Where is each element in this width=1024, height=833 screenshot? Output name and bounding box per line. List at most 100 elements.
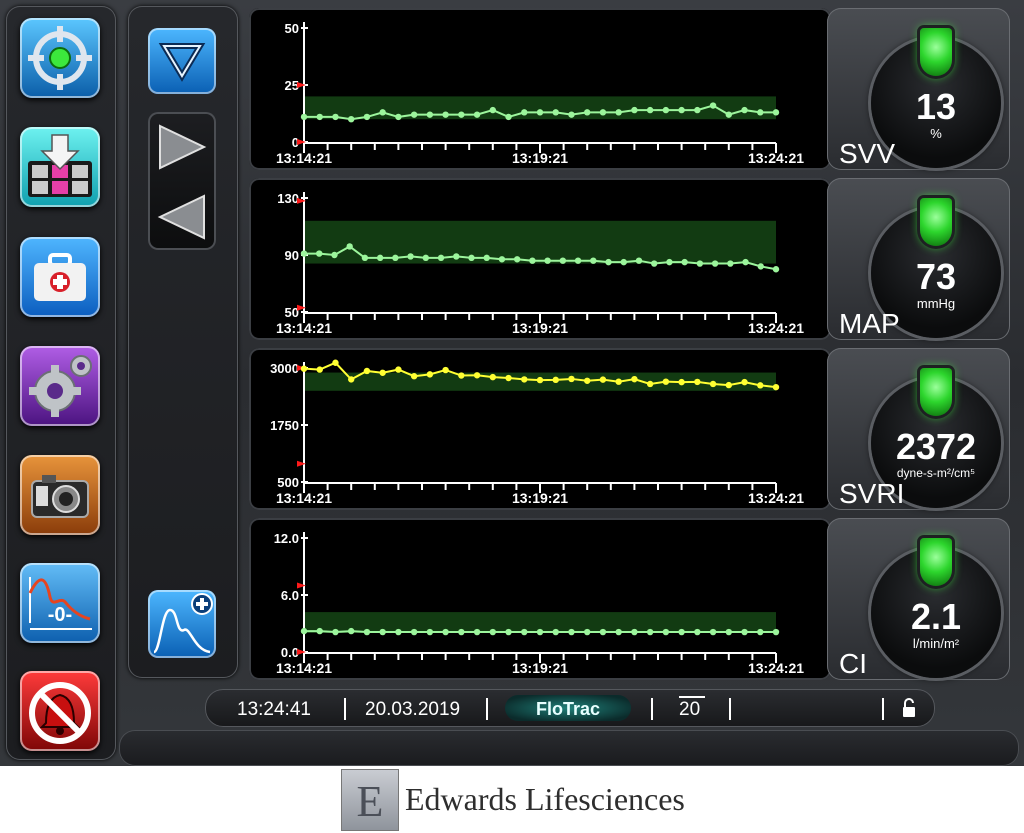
parameter-name: SVV [839, 138, 896, 169]
data-point [725, 111, 732, 118]
data-point [711, 260, 719, 267]
data-point [442, 111, 449, 118]
time-label: 13:14:21 [276, 660, 332, 676]
data-point [678, 628, 685, 636]
parameter-value: 73 [915, 256, 957, 297]
data-point [772, 266, 780, 273]
time-label: 13:24:21 [748, 660, 804, 676]
data-point [395, 366, 402, 373]
target-icon[interactable] [20, 18, 100, 98]
data-point [348, 116, 355, 123]
y-tick-label: 1750 [270, 418, 299, 433]
brand-emblem-icon: E [341, 769, 399, 831]
data-point [505, 113, 512, 121]
data-point [489, 106, 496, 114]
trend-chart-svri: 3000 1750 50013:14:21 13:19:21 13:24:21 [270, 359, 804, 506]
status-divider [486, 698, 488, 720]
emblem-letter: E [356, 777, 384, 826]
data-point [599, 628, 607, 636]
data-point [300, 250, 308, 257]
data-point [458, 372, 465, 379]
data-point [483, 254, 490, 262]
data-point [521, 109, 528, 116]
trend-chart-ci: 12.0 6.0 0.013:14:21 13:19:21 13:24:21 [274, 531, 805, 676]
trend-panel-map[interactable]: 130 90 50 13:14:21 13:19:21 13:24:21 [249, 178, 831, 340]
status-divider [882, 698, 884, 720]
data-point [568, 111, 575, 118]
trend-panel-ci[interactable]: 12.0 6.0 0.0 13:14:21 13:19:21 13:24:21 [249, 518, 831, 680]
data-point [757, 382, 764, 389]
status-indicator-icon [920, 198, 952, 246]
bottom-bar [119, 730, 1019, 766]
data-point [631, 628, 638, 636]
data-point [590, 257, 597, 264]
data-point [584, 109, 591, 116]
monitor-screen: -0- 50 25 0 13:14:21 13:19:21 13:24:21 1… [0, 0, 1024, 766]
data-point [346, 243, 353, 250]
data-point [584, 377, 591, 384]
data-point [468, 254, 475, 262]
time-label: 13:19:21 [512, 660, 568, 676]
data-point [662, 628, 670, 636]
data-point [395, 628, 402, 636]
data-point [536, 109, 544, 116]
add-waveform-icon[interactable] [148, 590, 216, 658]
status-divider [729, 698, 731, 720]
data-point [727, 260, 734, 267]
data-point [332, 359, 339, 366]
status-divider [651, 698, 653, 720]
data-point [599, 109, 607, 116]
y-tick-label: 3000 [270, 361, 299, 376]
data-point [650, 260, 658, 267]
data-point [513, 256, 521, 263]
data-point [757, 109, 764, 116]
lock-icon[interactable] [900, 697, 918, 719]
data-point [599, 376, 607, 383]
parameter-value: 2.1 [910, 596, 962, 637]
trend-panel-svv[interactable]: 50 25 0 13:14:21 13:19:21 13:24:21 [249, 8, 831, 170]
trend-chart-svv: 5025013:14:21 13:19:21 13:24:21 [276, 21, 804, 166]
data-point [316, 113, 323, 121]
data-point [300, 627, 308, 635]
parameter-tile-svri[interactable]: 2372 dyne-s-m²/cm⁵ SVRI [827, 348, 1010, 510]
data-point [458, 111, 465, 118]
data-point [678, 378, 685, 386]
data-point [505, 628, 512, 636]
data-point [316, 366, 323, 373]
status-date[interactable]: 20.03.2019 [365, 699, 460, 721]
scroll-down-icon[interactable] [148, 28, 216, 94]
clinical-actions-icon[interactable] [20, 237, 100, 317]
parameter-tile-svv[interactable]: 13 % SVV [827, 8, 1010, 170]
data-point [473, 111, 481, 118]
data-point [300, 113, 308, 121]
data-point [300, 365, 308, 372]
time-label: 13:24:21 [748, 320, 804, 336]
snapshot-camera-icon[interactable] [20, 455, 100, 535]
data-point [529, 257, 536, 264]
data-point [348, 627, 355, 635]
data-point [453, 253, 460, 260]
data-point [379, 628, 386, 636]
parameter-tile-map[interactable]: 73 mmHg MAP [827, 178, 1010, 340]
data-point [332, 628, 339, 636]
settings-gear-icon[interactable] [20, 346, 100, 426]
data-point [410, 628, 418, 636]
time-label: 13:19:21 [512, 490, 568, 506]
parameter-unit: l/min/m² [912, 636, 960, 651]
data-point [646, 380, 654, 388]
data-point [426, 371, 434, 378]
data-point [489, 373, 496, 381]
time-label: 13:19:21 [512, 150, 568, 166]
parameter-name: CI [839, 648, 867, 679]
play-back-icon[interactable] [156, 192, 208, 242]
monitoring-screen-icon[interactable] [20, 127, 100, 207]
data-point [662, 106, 670, 114]
parameter-tile-ci[interactable]: 2.1 l/min/m² CI [827, 518, 1010, 680]
play-forward-icon[interactable] [156, 122, 208, 172]
averaging-interval[interactable]: 20 [679, 696, 705, 721]
zero-waveform-icon[interactable]: -0- [20, 563, 100, 643]
data-point [568, 375, 575, 383]
alarm-silence-icon[interactable] [20, 671, 100, 751]
trend-panel-svri[interactable]: 3000 1750 500 13:14:21 13:19:21 13:24:21 [249, 348, 831, 510]
data-point [473, 628, 481, 636]
